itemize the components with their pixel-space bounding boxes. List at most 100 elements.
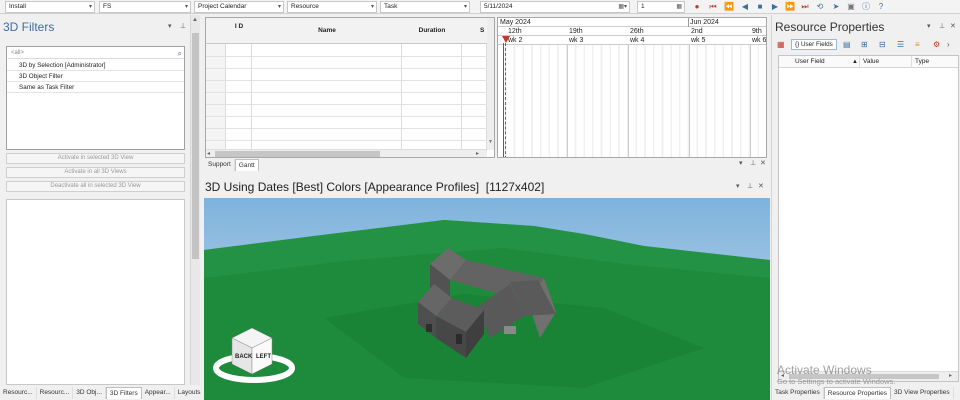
stop-icon[interactable]: ■ — [755, 2, 765, 12]
grid-hscroll[interactable]: ◂ ▸ — [206, 149, 487, 157]
date-picker[interactable]: 5/11/2024 ▦▾ — [480, 1, 630, 13]
view3d-canvas[interactable]: BACK LEFT — [204, 198, 770, 400]
panel-menu-icon[interactable]: ▾ — [739, 159, 743, 167]
pin-icon[interactable]: ⊥ — [750, 159, 756, 167]
table-hscroll[interactable]: ◂ ▸ — [779, 371, 958, 381]
tab-task-properties[interactable]: Task Properties — [772, 387, 824, 399]
scroll-left-icon[interactable]: ◂ — [781, 372, 784, 379]
tab-support[interactable]: Support — [205, 159, 235, 171]
record-video-icon[interactable]: ▣ — [846, 2, 856, 12]
gantt-chart[interactable]: May 2024 Jun 2024 12th 19th 26th 2nd 9th… — [497, 17, 767, 158]
close-icon[interactable]: ✕ — [758, 182, 764, 190]
calendar-combo[interactable]: Project Calendar ▾ — [194, 1, 284, 13]
task-grid[interactable]: I D Name Duration S ▼ ◂ ▸ — [205, 17, 495, 158]
month-label: May 2024 — [500, 19, 531, 26]
tab-3d-filters[interactable]: 3D Filters — [105, 387, 142, 399]
chevron-down-icon: ▾ — [88, 4, 92, 10]
resource-toolbar: ▦ {} User Fields ▤ ⊞ ⊟ ☰ ≡ ⚙ › — [775, 38, 959, 52]
day-label: 12th — [508, 28, 522, 35]
play-back-icon[interactable]: ◀ — [740, 2, 750, 12]
user-fields-button[interactable]: {} User Fields — [791, 39, 837, 50]
pin-icon[interactable]: ⊥ — [747, 182, 753, 190]
tab-appearance[interactable]: Appear... — [142, 387, 175, 399]
column-header-name[interactable]: Name — [252, 27, 402, 34]
cube-label-back: BACK — [235, 354, 253, 360]
panel-title: Resource Properties — [775, 20, 885, 34]
tab-resource-properties[interactable]: Resource Properties — [823, 387, 892, 399]
column-header-type[interactable]: Type — [915, 56, 929, 68]
list-item[interactable]: 3D Object Filter — [7, 71, 184, 82]
panel-menu-icon[interactable]: ▾ — [927, 22, 931, 30]
info-icon[interactable]: ⓘ — [861, 2, 871, 12]
grid-view-icon[interactable]: ▦ — [777, 40, 785, 49]
tab-resources-2[interactable]: Resourc... — [37, 387, 74, 399]
column-header-user-field[interactable]: User Field — [795, 56, 825, 68]
activate-selected-button[interactable]: Activate in selected 3D View — [6, 153, 185, 164]
tag-icon[interactable]: ⊟ — [879, 40, 886, 49]
sort-icon[interactable]: ≡ — [915, 40, 920, 49]
resource-combo[interactable]: Resource ▾ — [287, 1, 377, 13]
skip-end-icon[interactable]: ⏭ — [800, 2, 810, 12]
tab-layouts[interactable]: Layouts — [175, 387, 205, 399]
filter-list[interactable]: <all> ⌕ 3D by Selection [Administrator] … — [6, 46, 185, 150]
cursor-icon[interactable]: ➤ — [831, 2, 841, 12]
column-header-duration[interactable]: Duration — [402, 27, 462, 34]
settings-icon[interactable]: ⚙ — [933, 40, 940, 49]
skip-start-icon[interactable]: ⏮ — [708, 2, 718, 12]
fields-icon[interactable]: ⊞ — [861, 40, 868, 49]
activity-type-combo[interactable]: Install ▾ — [5, 1, 95, 13]
pin-icon[interactable]: ⊥ — [939, 22, 945, 30]
list-item[interactable]: Same as Task Filter — [7, 82, 184, 93]
step-back-icon[interactable]: ⏪ — [724, 2, 734, 12]
step-spinner[interactable]: 1 ▦ — [637, 1, 685, 13]
close-icon[interactable]: ✕ — [950, 22, 956, 30]
task-combo[interactable]: Task ▾ — [380, 1, 470, 13]
scroll-thumb[interactable] — [215, 151, 380, 157]
list-item[interactable]: 3D by Selection [Administrator] — [7, 60, 184, 71]
grid-vscroll[interactable]: ▼ — [487, 18, 494, 150]
grid-body — [206, 44, 494, 150]
help-icon[interactable]: ? — [876, 2, 886, 12]
filter-search[interactable]: <all> ⌕ — [8, 48, 184, 59]
close-icon[interactable]: ✕ — [760, 159, 766, 167]
tab-gantt[interactable]: Gantt — [234, 159, 259, 171]
loop-icon[interactable]: ⟲ — [815, 2, 825, 12]
panel-menu-icon[interactable]: ▾ — [736, 182, 740, 190]
activate-all-button[interactable]: Activate in all 3D Views — [6, 167, 185, 178]
record-icon[interactable]: ● — [692, 2, 702, 12]
scroll-up-icon[interactable]: ▲ — [192, 17, 198, 23]
scroll-left-icon[interactable]: ◂ — [207, 150, 210, 157]
current-date-marker-icon[interactable] — [502, 36, 510, 43]
table-icon[interactable]: ▤ — [843, 40, 851, 49]
pin-icon[interactable]: ⊥ — [180, 22, 186, 30]
scroll-down-icon[interactable]: ▼ — [488, 139, 493, 145]
user-field-table[interactable]: User Field ▲ Value Type ◂ ▸ — [778, 55, 959, 382]
list-icon[interactable]: ☰ — [897, 40, 904, 49]
column-header-id[interactable]: I D — [226, 23, 252, 31]
scroll-right-icon[interactable]: ▸ — [476, 150, 479, 157]
scroll-right-icon[interactable]: ▸ — [949, 372, 952, 379]
combo-value: FS — [103, 3, 112, 10]
view3d-title: 3D Using Dates [Best] Colors [Appearance… — [205, 180, 544, 194]
relation-type-combo[interactable]: FS ▾ — [99, 1, 191, 13]
tab-resources-1[interactable]: Resourc... — [0, 387, 37, 399]
column-header-start[interactable]: S — [480, 27, 484, 34]
deactivate-all-button[interactable]: Deactivate all in selected 3D View — [6, 181, 185, 192]
play-icon[interactable]: ▶ — [770, 2, 780, 12]
tab-3d-view-properties[interactable]: 3D View Properties — [891, 387, 954, 399]
right-bottom-tabs: Task Properties Resource Properties 3D V… — [772, 387, 954, 399]
step-forward-icon[interactable]: ⏩ — [785, 2, 795, 12]
scroll-thumb[interactable] — [789, 374, 939, 379]
chevron-right-icon[interactable]: › — [947, 40, 950, 49]
scroll-thumb[interactable] — [192, 33, 199, 259]
spinner-icon: ▦ — [676, 4, 682, 10]
vertical-scrollbar[interactable]: ▲ — [190, 15, 200, 385]
combo-value: Install — [9, 3, 26, 10]
view-size-text: [1127x402] — [485, 180, 545, 194]
search-icon[interactable]: ⌕ — [178, 48, 182, 59]
column-header-value[interactable]: Value — [863, 56, 879, 68]
week-label: wk 4 — [630, 37, 645, 44]
panel-menu-icon[interactable]: ▾ — [168, 22, 172, 30]
building-window — [426, 324, 432, 332]
tab-3d-objects[interactable]: 3D Obj... — [73, 387, 106, 399]
